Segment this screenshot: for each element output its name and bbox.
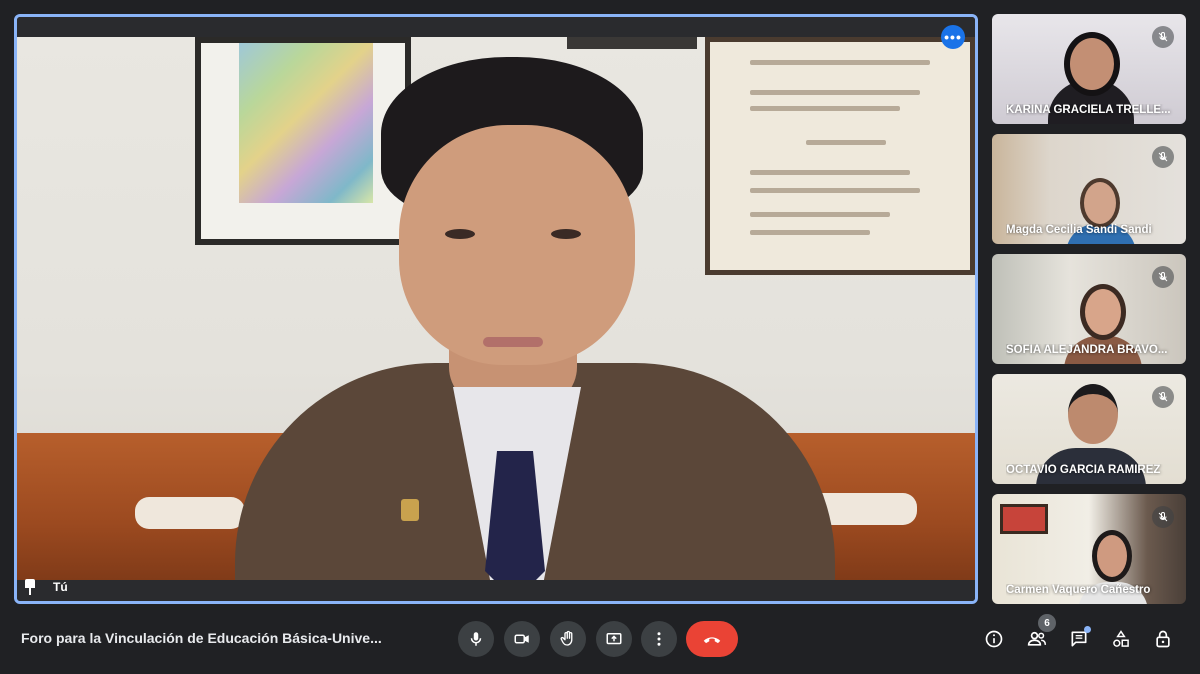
participant-name: Carmen Vaquero Cañestro <box>1006 584 1151 596</box>
present-screen-button[interactable] <box>596 621 632 657</box>
more-options-button[interactable]: ••• <box>941 25 965 49</box>
raise-hand-button[interactable] <box>550 621 586 657</box>
camera-button[interactable] <box>504 621 540 657</box>
self-label: Tú <box>23 579 68 595</box>
more-options-toolbar-button[interactable] <box>641 621 677 657</box>
main-video-tile[interactable]: ••• Tú <box>14 14 978 604</box>
participant-tile[interactable]: OCTAVIO GARCÍA RAMÍREZ <box>992 374 1186 484</box>
info-icon <box>985 630 1003 648</box>
people-icon <box>1027 631 1047 646</box>
speaker-mouth <box>483 337 543 347</box>
participant-name: OCTAVIO GARCÍA RAMÍREZ <box>1006 464 1161 476</box>
activities-icon <box>1113 630 1129 647</box>
raise-hand-icon <box>560 630 573 646</box>
participant-tile[interactable]: KARINA GRACIELA TRELLE... <box>992 14 1186 124</box>
muted-mic-icon <box>1152 26 1174 48</box>
end-call-icon <box>703 637 721 644</box>
video-letterbox-bottom <box>17 580 975 601</box>
participant-name: KARINA GRACIELA TRELLE... <box>1006 104 1171 116</box>
wall-frame-edge <box>567 37 697 49</box>
meeting-title[interactable]: Foro para la Vinculación de Educación Bá… <box>21 630 381 646</box>
microphone-icon <box>470 632 482 646</box>
lapel-pin <box>401 499 419 521</box>
participant-tile[interactable]: Magda Cecilia Sandi Sandi <box>992 134 1186 244</box>
muted-mic-icon <box>1152 146 1174 168</box>
more-options-icon <box>657 632 661 646</box>
muted-mic-icon <box>1152 506 1174 528</box>
muted-mic-icon <box>1152 386 1174 408</box>
end-call-button[interactable] <box>686 621 738 657</box>
video-letterbox-top <box>17 17 975 37</box>
wall-certificate <box>705 37 975 275</box>
present-screen-icon <box>606 633 622 645</box>
pin-icon[interactable] <box>23 579 37 595</box>
participant-name: Magda Cecilia Sandi Sandi <box>1006 224 1152 236</box>
muted-mic-icon <box>1152 266 1174 288</box>
participant-name: SOFIA ALEJANDRA BRAVO... <box>1006 344 1168 356</box>
chat-notification-dot <box>1084 626 1091 633</box>
wall-art-frame <box>195 37 411 245</box>
more-options-icon: ••• <box>944 29 962 45</box>
host-controls-button[interactable] <box>1150 626 1176 652</box>
main-video-feed <box>17 37 975 583</box>
meeting-info-button[interactable] <box>981 626 1007 652</box>
wall-poster <box>1000 504 1048 534</box>
self-name: Tú <box>53 580 68 594</box>
host-controls-icon <box>1156 630 1170 648</box>
speaker-face <box>399 125 635 365</box>
participant-tile[interactable]: SOFIA ALEJANDRA BRAVO... <box>992 254 1186 364</box>
participant-count-badge: 6 <box>1038 614 1056 632</box>
camera-icon <box>514 634 529 644</box>
microphone-button[interactable] <box>458 621 494 657</box>
participant-tile[interactable]: Carmen Vaquero Cañestro <box>992 494 1186 604</box>
activities-button[interactable] <box>1108 626 1134 652</box>
